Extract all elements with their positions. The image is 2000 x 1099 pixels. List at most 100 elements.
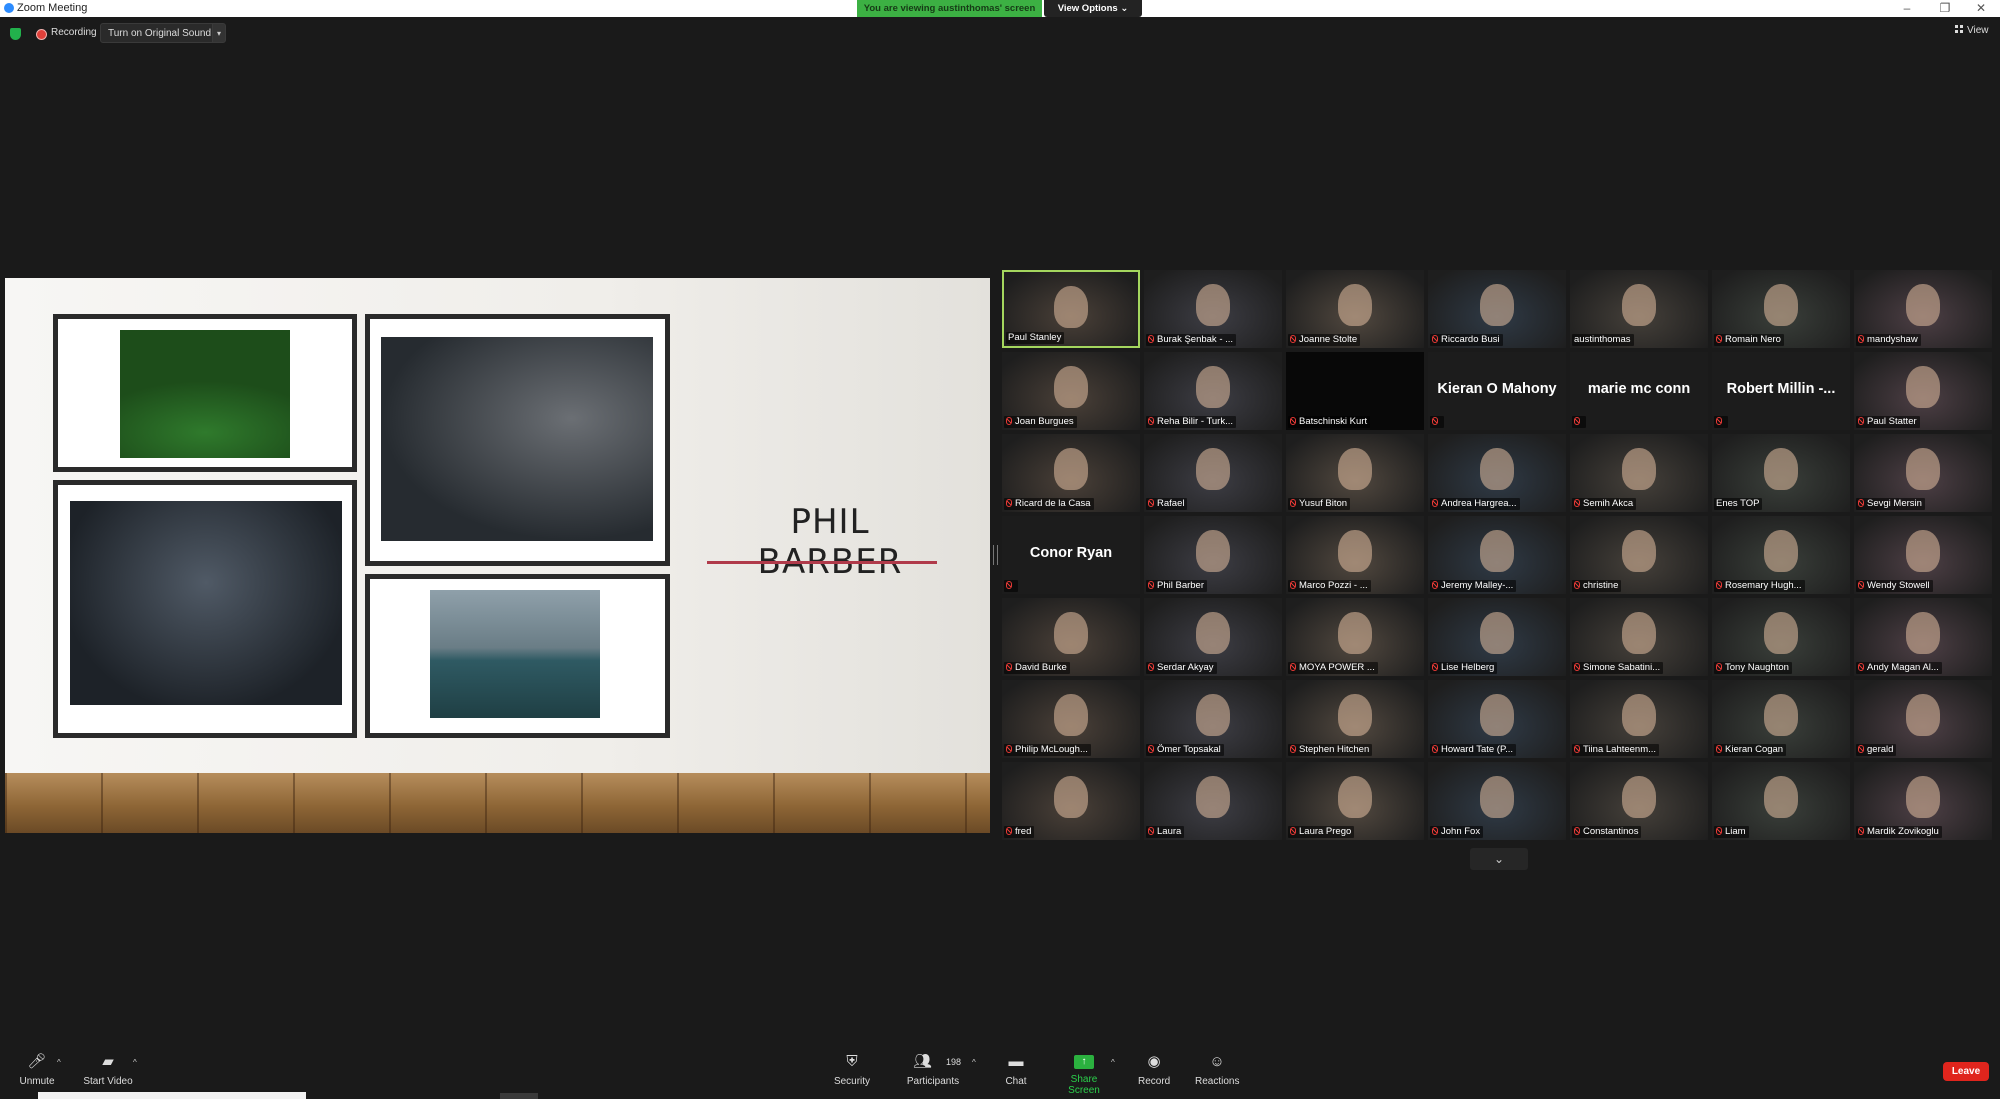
participant-tile[interactable]: Paul Statter bbox=[1854, 352, 1992, 430]
participant-tile[interactable]: Lise Helberg bbox=[1428, 598, 1566, 676]
participant-video bbox=[1622, 284, 1656, 326]
chat-button[interactable]: ▬ Chat bbox=[1004, 1053, 1028, 1087]
participant-tile[interactable]: Tony Naughton bbox=[1712, 598, 1850, 676]
participant-tile[interactable]: Kieran O Mahony bbox=[1428, 352, 1566, 430]
close-button[interactable]: ✕ bbox=[1966, 0, 1996, 17]
participant-name: fred bbox=[1015, 826, 1032, 837]
participant-tile[interactable]: John Fox bbox=[1428, 762, 1566, 840]
participants-label: Participants bbox=[906, 1076, 960, 1087]
view-layout-button[interactable]: View bbox=[1955, 25, 1989, 36]
participant-name: Wendy Stowell bbox=[1867, 580, 1930, 591]
original-sound-button[interactable]: Turn on Original Sound bbox=[100, 23, 215, 43]
participant-tile[interactable]: Philip McLough... bbox=[1002, 680, 1140, 758]
participant-tile[interactable]: David Burke bbox=[1002, 598, 1140, 676]
participant-name-label: John Fox bbox=[1430, 826, 1484, 838]
participant-tile[interactable]: Simone Sabatini... bbox=[1570, 598, 1708, 676]
encryption-shield-icon[interactable] bbox=[10, 28, 21, 40]
participant-tile[interactable]: Romain Nero bbox=[1712, 270, 1850, 348]
participant-name: Joan Burgues bbox=[1015, 416, 1074, 427]
start-video-button[interactable]: ▰ Start Video bbox=[80, 1053, 136, 1087]
record-button[interactable]: ◉ Record bbox=[1138, 1053, 1170, 1087]
participant-name: Yusuf Biton bbox=[1299, 498, 1348, 509]
participant-tile[interactable]: gerald bbox=[1854, 680, 1992, 758]
participant-tile[interactable]: Serdar Akyay bbox=[1144, 598, 1282, 676]
participant-tile[interactable]: Mardik Zovikoglu bbox=[1854, 762, 1992, 840]
participant-tile[interactable]: Joanne Stolte bbox=[1286, 270, 1424, 348]
picture-frame-dogs bbox=[53, 314, 357, 472]
gallery-next-page-button[interactable]: ⌄ bbox=[1470, 848, 1528, 870]
participant-tile[interactable]: Rosemary Hugh... bbox=[1712, 516, 1850, 594]
participant-tile[interactable]: Yusuf Biton bbox=[1286, 434, 1424, 512]
participant-video bbox=[1480, 694, 1514, 736]
participant-tile[interactable]: Howard Tate (P... bbox=[1428, 680, 1566, 758]
participant-tile[interactable]: Constantinos bbox=[1570, 762, 1708, 840]
muted-mic-icon bbox=[1290, 827, 1296, 835]
participant-tile[interactable]: Kieran Cogan bbox=[1712, 680, 1850, 758]
participant-tile[interactable]: Jeremy Malley-... bbox=[1428, 516, 1566, 594]
participant-name: Sevgi Mersin bbox=[1867, 498, 1922, 509]
participant-tile[interactable]: fred bbox=[1002, 762, 1140, 840]
muted-mic-icon bbox=[1290, 581, 1296, 589]
participant-name-label: austinthomas bbox=[1572, 334, 1634, 346]
participant-tile[interactable]: Sevgi Mersin bbox=[1854, 434, 1992, 512]
participant-tile[interactable]: Stephen Hitchen bbox=[1286, 680, 1424, 758]
security-button[interactable]: ⛨ Security bbox=[828, 1053, 876, 1087]
participant-name-label: Reha Bilir - Turk... bbox=[1146, 416, 1237, 428]
participant-tile[interactable]: Batschinski Kurt bbox=[1286, 352, 1424, 430]
unmute-button[interactable]: 🎤︎ Unmute bbox=[17, 1053, 57, 1087]
participant-video bbox=[1906, 284, 1940, 326]
participant-tile[interactable]: Semih Akca bbox=[1570, 434, 1708, 512]
participant-tile[interactable]: Paul Stanley bbox=[1002, 270, 1140, 348]
participant-name-label: Marco Pozzi - ... bbox=[1288, 580, 1371, 592]
participant-name: mandyshaw bbox=[1867, 334, 1918, 345]
participant-count: 198 bbox=[946, 1057, 962, 1067]
dog-in-water-image bbox=[430, 590, 600, 718]
muted-mic-icon bbox=[1006, 417, 1012, 425]
view-options-button[interactable]: View Options ⌄ bbox=[1044, 0, 1142, 17]
participant-tile[interactable]: MOYA POWER ... bbox=[1286, 598, 1424, 676]
participant-tile[interactable]: Joan Burgues bbox=[1002, 352, 1140, 430]
participant-tile[interactable]: Marco Pozzi - ... bbox=[1286, 516, 1424, 594]
share-options-caret[interactable]: ^ bbox=[1111, 1058, 1115, 1067]
panel-splitter-handle[interactable] bbox=[993, 545, 998, 565]
participant-video bbox=[1054, 286, 1088, 328]
participant-name-label: fred bbox=[1004, 826, 1035, 838]
participant-tile[interactable]: Laura Prego bbox=[1286, 762, 1424, 840]
participant-tile[interactable]: Reha Bilir - Turk... bbox=[1144, 352, 1282, 430]
video-options-caret[interactable]: ^ bbox=[133, 1058, 137, 1067]
participant-tile[interactable]: Ricard de la Casa bbox=[1002, 434, 1140, 512]
audio-options-caret[interactable]: ^ bbox=[57, 1058, 61, 1067]
participant-tile[interactable]: mandyshaw bbox=[1854, 270, 1992, 348]
participant-tile[interactable]: Wendy Stowell bbox=[1854, 516, 1992, 594]
participant-tile[interactable]: Laura bbox=[1144, 762, 1282, 840]
participant-tile[interactable]: Ömer Topsakal bbox=[1144, 680, 1282, 758]
participant-video bbox=[1196, 448, 1230, 490]
participant-tile[interactable]: Andy Magan Al... bbox=[1854, 598, 1992, 676]
leave-button[interactable]: Leave bbox=[1943, 1062, 1989, 1081]
participant-tile[interactable]: Robert Millin -... bbox=[1712, 352, 1850, 430]
participant-name-label bbox=[1004, 580, 1018, 592]
participant-tile[interactable]: Conor Ryan bbox=[1002, 516, 1140, 594]
share-screen-button[interactable]: ↑ Share Screen bbox=[1056, 1053, 1112, 1096]
participant-name-label: Batschinski Kurt bbox=[1288, 416, 1371, 428]
share-screen-label: Share Screen bbox=[1068, 1074, 1100, 1096]
reactions-button[interactable]: ☺ Reactions bbox=[1195, 1053, 1239, 1087]
participant-tile[interactable]: austinthomas bbox=[1570, 270, 1708, 348]
original-sound-dropdown[interactable]: ▾ bbox=[212, 23, 226, 43]
participant-tile[interactable]: Phil Barber bbox=[1144, 516, 1282, 594]
participant-video bbox=[1196, 776, 1230, 818]
participant-tile[interactable]: Riccardo Busi bbox=[1428, 270, 1566, 348]
participant-tile[interactable]: Burak Şenbak - ... bbox=[1144, 270, 1282, 348]
participant-tile[interactable]: Rafael bbox=[1144, 434, 1282, 512]
participant-tile[interactable]: Tiina Lahteenm... bbox=[1570, 680, 1708, 758]
participant-tile[interactable]: Andrea Hargrea... bbox=[1428, 434, 1566, 512]
participant-tile[interactable]: christine bbox=[1570, 516, 1708, 594]
minimize-button[interactable]: – bbox=[1892, 0, 1922, 17]
restore-button[interactable]: ❐ bbox=[1930, 0, 1960, 17]
participants-caret[interactable]: ^ bbox=[972, 1058, 976, 1067]
participant-tile[interactable]: Enes TOP bbox=[1712, 434, 1850, 512]
participant-tile[interactable]: Liam bbox=[1712, 762, 1850, 840]
participant-tile[interactable]: marie mc conn bbox=[1570, 352, 1708, 430]
muted-mic-icon bbox=[1432, 499, 1438, 507]
recording-label[interactable]: Recording bbox=[51, 27, 97, 38]
